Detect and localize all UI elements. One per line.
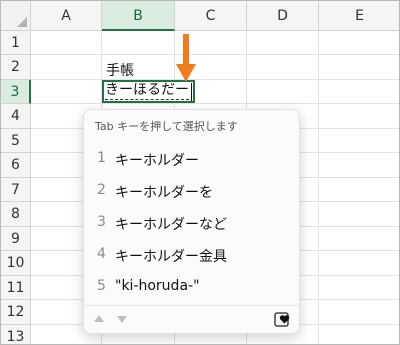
popup-divider xyxy=(84,305,299,306)
row-header-6[interactable]: 6 xyxy=(1,153,31,178)
candidate-number: 4 xyxy=(97,246,106,262)
row-header-5[interactable]: 5 xyxy=(1,129,31,153)
ime-composition-text: きーほるだー xyxy=(105,82,189,100)
column-header-d[interactable]: D xyxy=(247,1,319,31)
candidate-number: 3 xyxy=(97,214,106,230)
candidate-item-5[interactable]: 5 "ki-horuda-" xyxy=(84,272,299,302)
row-header-3[interactable]: 3 xyxy=(1,80,31,104)
candidate-item-3[interactable]: 3 キーホルダーなど xyxy=(84,208,299,238)
select-all-triangle-icon xyxy=(17,17,27,27)
candidate-item-4[interactable]: 4 キーホルダー金具 xyxy=(84,240,299,270)
triangle-up-icon[interactable] xyxy=(94,315,104,322)
candidate-item-1[interactable]: 1 キーホルダー xyxy=(84,144,299,174)
triangle-down-icon[interactable] xyxy=(117,316,127,323)
row-header-1[interactable]: 1 xyxy=(1,31,31,55)
row-header-13[interactable]: 13 xyxy=(1,325,31,344)
candidate-hint: Tab キーを押して選択します xyxy=(95,120,238,133)
candidate-number: 1 xyxy=(97,150,106,166)
candidate-number: 2 xyxy=(97,182,106,198)
candidate-text: キーホルダー金具 xyxy=(115,249,227,265)
row-header-2[interactable]: 2 xyxy=(1,55,31,80)
gridline xyxy=(31,54,399,55)
candidate-text: キーホルダーを xyxy=(115,185,213,201)
column-header-b[interactable]: B xyxy=(102,1,175,31)
annotation-arrow-icon xyxy=(176,34,196,82)
gridline xyxy=(31,79,399,80)
text-caret xyxy=(191,83,192,101)
row-header-4[interactable]: 4 xyxy=(1,104,31,129)
gridline xyxy=(318,31,319,344)
row-header-10[interactable]: 10 xyxy=(1,251,31,276)
row-header-8[interactable]: 8 xyxy=(1,202,31,227)
candidate-text: キーホルダーなど xyxy=(115,217,227,233)
row-header-7[interactable]: 7 xyxy=(1,178,31,202)
select-all-corner[interactable] xyxy=(1,1,31,31)
heart-box-icon[interactable] xyxy=(274,311,290,327)
column-header-a[interactable]: A xyxy=(31,1,102,31)
cell-b2[interactable]: 手帳 xyxy=(106,60,134,80)
candidate-text: "ki-horuda-" xyxy=(115,278,200,294)
gridline xyxy=(31,103,399,104)
row-header-9[interactable]: 9 xyxy=(1,227,31,251)
ime-candidate-popup: Tab キーを押して選択します 1 キーホルダー 2 キーホルダーを 3 キーホ… xyxy=(83,109,300,334)
row-header-11[interactable]: 11 xyxy=(1,276,31,300)
candidate-item-2[interactable]: 2 キーホルダーを xyxy=(84,176,299,206)
spreadsheet-window: A B C D E 1 2 3 4 5 6 7 8 9 10 11 12 13 … xyxy=(0,0,400,345)
candidate-number: 5 xyxy=(97,278,106,294)
row-header-12[interactable]: 12 xyxy=(1,300,31,325)
column-header-e[interactable]: E xyxy=(319,1,399,31)
candidate-text: キーホルダー xyxy=(115,153,199,169)
column-header-c[interactable]: C xyxy=(175,1,247,31)
